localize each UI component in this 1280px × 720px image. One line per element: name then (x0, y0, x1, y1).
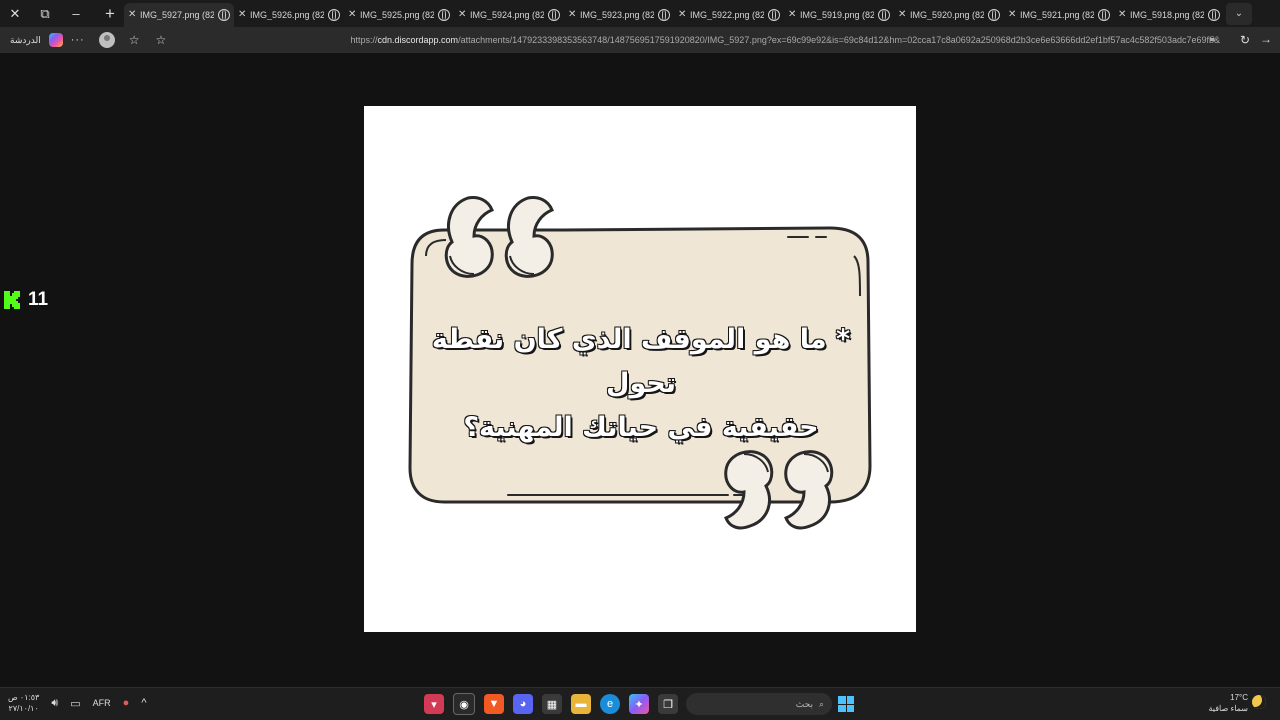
browser-tab[interactable]: ✕ IMG_5918.png (828× (1114, 3, 1224, 27)
close-tab-icon[interactable]: ✕ (238, 9, 246, 20)
volume-icon[interactable]: 🔊︎ (51, 697, 58, 710)
taskbar: ٠١:٥٣ ص ٢٧/١٠/١٠ 🔊︎ ▭ AFR ● ^ ▾ ◉ ▼ ◕ ▦ … (0, 687, 1280, 720)
temperature: 17°C (1230, 693, 1248, 702)
discord-app-icon[interactable]: ◕ (513, 694, 533, 714)
start-tile-icon (846, 696, 854, 704)
kick-logo-icon (4, 291, 20, 309)
obs-app-icon[interactable]: ◉ (453, 693, 475, 715)
globe-icon (988, 8, 1000, 21)
pocket-app-icon[interactable]: ▾ (424, 694, 444, 714)
new-tab-button[interactable]: + (96, 0, 124, 27)
weather-widget[interactable]: 17°C سماء صافية (1206, 692, 1248, 714)
close-tab-icon[interactable]: ✕ (898, 9, 906, 20)
close-tab-icon[interactable]: ✕ (348, 9, 356, 20)
kick-badge-count: 11 (28, 289, 49, 310)
start-tile-icon (838, 704, 846, 712)
tab-title: IMG_5919.png (828× (800, 9, 874, 20)
taskbar-search[interactable]: بحث ⌕ (686, 693, 832, 715)
search-icon: ⌕ (818, 698, 824, 709)
globe-icon (438, 8, 450, 21)
close-window-button[interactable]: ✕ (0, 0, 30, 27)
tab-list: ✕ IMG_5927.png (828× ✕ IMG_5926.png (828× ✕ I… (124, 0, 1224, 27)
url-prefix: https:// (350, 35, 378, 45)
copilot-app-icon[interactable]: ✦ (629, 694, 649, 714)
tab-title: IMG_5920.png (828× (910, 9, 984, 20)
globe-icon (218, 8, 230, 21)
more-options-button[interactable]: ··· (71, 34, 85, 46)
start-tile-icon (846, 704, 854, 712)
close-tab-icon[interactable]: ✕ (568, 9, 576, 20)
globe-icon (768, 8, 780, 21)
question-text: * ما هو الموقف الذي كان نقطة تحول حقيقية… (422, 318, 860, 450)
moon-weather-icon (1252, 695, 1266, 709)
close-tab-icon[interactable]: ✕ (1118, 9, 1126, 20)
browser-toolbar: الدردشة ··· ☆ ☆ https://cdn.discordapp.c… (0, 27, 1280, 53)
tab-title: IMG_5925.png (828× (360, 9, 434, 20)
tab-title: IMG_5922.png (828× (690, 9, 764, 20)
browser-tab[interactable]: ✕ IMG_5921.png (828× (1004, 3, 1114, 27)
restore-window-button[interactable]: ⧉ (30, 0, 60, 27)
browser-tab[interactable]: ✕ IMG_5923.png (828× (564, 3, 674, 27)
weather-description: سماء صافية (1208, 704, 1248, 713)
address-bar[interactable]: https://cdn.discordapp.com/attachments/1… (320, 35, 1221, 45)
tab-title: IMG_5921.png (828× (1020, 9, 1094, 20)
back-arrow-icon[interactable]: → (1260, 32, 1272, 46)
globe-icon (1098, 8, 1110, 21)
question-line-2: حقيقية في حياتك المهنية؟ (463, 411, 820, 444)
site-info-icon[interactable]: 🔒︎ (1210, 33, 1215, 44)
close-tab-icon[interactable]: ✕ (788, 9, 796, 20)
clock-date: ٢٧/١٠/١٠ (8, 704, 39, 713)
question-line-1: * ما هو الموقف الذي كان نقطة تحول (431, 323, 851, 400)
close-tab-icon[interactable]: ✕ (1008, 9, 1016, 20)
tab-title: IMG_5926.png (828× (250, 9, 324, 20)
globe-icon (1208, 8, 1220, 21)
tab-title: IMG_5918.png (828× (1130, 9, 1204, 20)
chat-label[interactable]: الدردشة (10, 35, 41, 46)
input-language[interactable]: AFR (93, 698, 111, 708)
browser-tab[interactable]: ✕ IMG_5925.png (828× (344, 3, 454, 27)
system-clock[interactable]: ٠١:٥٣ ص ٢٧/١٠/١٠ (8, 692, 39, 714)
clock-time: ٠١:٥٣ ص (8, 693, 40, 702)
globe-icon (878, 8, 890, 21)
add-favorite-star-icon[interactable]: ☆ (155, 33, 166, 47)
microsoft-store-app-icon[interactable]: ▦ (542, 694, 562, 714)
browser-tab[interactable]: ✕ IMG_5919.png (828× (784, 3, 894, 27)
globe-icon (658, 8, 670, 21)
brave-app-icon[interactable]: ▼ (484, 694, 504, 714)
reload-icon[interactable]: ↻ (1240, 33, 1250, 47)
show-hidden-icons-chevron-icon[interactable]: ^ (141, 697, 146, 709)
profile-avatar[interactable] (98, 32, 115, 48)
copilot-icon[interactable] (48, 33, 63, 47)
browser-tab[interactable]: ✕ IMG_5922.png (828× (674, 3, 784, 27)
network-icon[interactable]: ▭ (70, 697, 80, 710)
task-view-app-icon[interactable]: ❐ (658, 694, 678, 714)
start-button[interactable] (838, 696, 854, 712)
close-tab-icon[interactable]: ✕ (458, 9, 466, 20)
favorites-list-icon[interactable]: ☆ (129, 33, 140, 47)
start-tile-icon (838, 696, 846, 704)
tab-title: IMG_5927.png (828× (140, 9, 214, 20)
microphone-icon[interactable]: ● (123, 697, 130, 709)
search-placeholder: بحث (795, 698, 813, 709)
browser-tab[interactable]: ✕ IMG_5926.png (828× (234, 3, 344, 27)
file-explorer-app-icon[interactable]: ▬ (571, 694, 591, 714)
displayed-image: * ما هو الموقف الذي كان نقطة تحول حقيقية… (364, 106, 916, 632)
tab-actions-menu-button[interactable]: ⌄ (1226, 2, 1252, 25)
tab-strip: ✕ ⧉ – + ✕ IMG_5927.png (828× ✕ IMG_5926.png… (0, 0, 1280, 27)
globe-icon (548, 8, 560, 21)
url-host: cdn.discordapp.com (377, 35, 459, 45)
tab-title: IMG_5923.png (828× (580, 9, 654, 20)
edge-app-icon[interactable]: e (600, 694, 620, 714)
tab-title: IMG_5924.png (828× (470, 9, 544, 20)
browser-tab[interactable]: ✕ IMG_5920.png (828× (894, 3, 1004, 27)
url-path: /attachments/1479233398353563748/1487569… (458, 35, 1220, 45)
close-tab-icon[interactable]: ✕ (678, 9, 686, 20)
browser-tab[interactable]: ✕ IMG_5927.png (828× (124, 2, 234, 27)
minimize-window-button[interactable]: – (60, 0, 92, 27)
kick-badge[interactable]: 11 (4, 289, 48, 311)
globe-icon (328, 8, 340, 21)
close-tab-icon[interactable]: ✕ (128, 9, 136, 20)
browser-tab[interactable]: ✕ IMG_5924.png (828× (454, 3, 564, 27)
